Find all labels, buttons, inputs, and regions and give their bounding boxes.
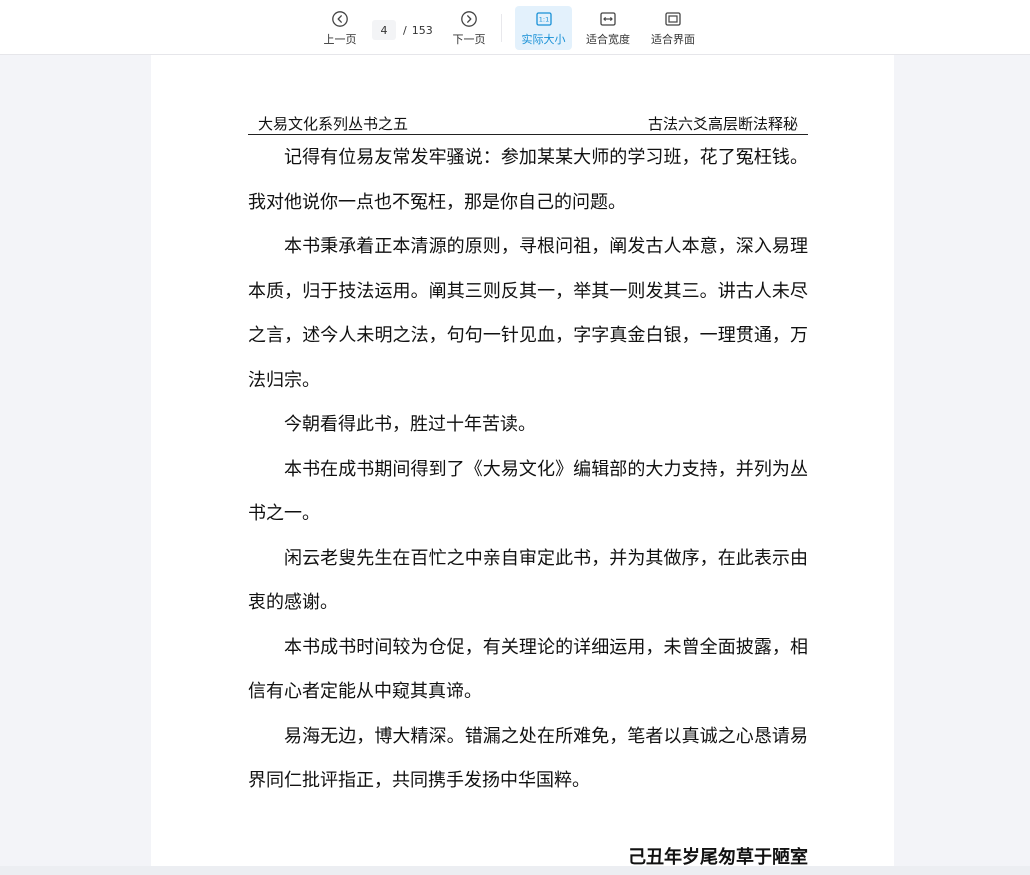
paragraph: 本书在成书期间得到了《大易文化》编辑部的大力支持，并列为丛书之一。 <box>248 458 808 525</box>
fit-width-icon <box>600 12 616 26</box>
fit-page-label: 适合界面 <box>651 33 695 46</box>
page-separator: / <box>403 23 407 37</box>
chevron-left-circle-icon <box>332 11 348 27</box>
running-header: 大易文化系列丛书之五 古法六爻高层断法释秘 <box>248 110 808 135</box>
paragraph: 闲云老叟先生在百忙之中亲自审定此书，并为其做序，在此表示由衷的感谢。 <box>248 547 808 614</box>
actual-size-button[interactable]: 1:1 实际大小 <box>515 6 572 50</box>
toolbar-divider <box>501 14 502 42</box>
viewer-toolbar: 上一页 / 153 下一页 1:1 实际大小 适合宽度 <box>0 0 1030 55</box>
page-body: 记得有位易友常发牢骚说：参加某某大师的学习班，花了冤枉钱。我对他说你一点也不冤枉… <box>248 136 808 804</box>
page-number-input[interactable] <box>372 20 396 40</box>
svg-text:1:1: 1:1 <box>538 16 548 24</box>
prev-page-label: 上一页 <box>323 33 357 46</box>
total-pages: 153 <box>411 23 433 37</box>
fit-width-label: 适合宽度 <box>586 33 630 46</box>
chevron-right-circle-icon <box>461 11 477 27</box>
paragraph: 本书秉承着正本清源的原则，寻根问祖，阐发古人本意，深入易理本质，归于技法运用。阐… <box>248 236 808 391</box>
series-title: 大易文化系列丛书之五 <box>258 115 409 133</box>
fit-page-button[interactable]: 适合界面 <box>647 6 699 50</box>
paragraph: 今朝看得此书，胜过十年苦读。 <box>284 414 536 435</box>
page-indicator: / 153 <box>372 19 437 41</box>
bottom-scroll-area <box>0 866 1030 875</box>
prev-page-button[interactable]: 上一页 <box>318 6 362 50</box>
paragraph: 本书成书时间较为仓促，有关理论的详细运用，未曾全面披露，相信有心者定能从中窥其真… <box>248 636 808 703</box>
paragraph: 易海无边，博大精深。错漏之处在所难免，笔者以真诚之心恳请易界同仁批评指正，共同携… <box>248 725 808 792</box>
one-to-one-icon: 1:1 <box>535 12 552 26</box>
book-title: 古法六爻高层断法释秘 <box>647 115 798 133</box>
document-page: 大易文化系列丛书之五 古法六爻高层断法释秘 记得有位易友常发牢骚说：参加某某大师… <box>151 55 894 875</box>
next-page-button[interactable]: 下一页 <box>447 6 491 50</box>
paragraph: 记得有位易友常发牢骚说：参加某某大师的学习班，花了冤枉钱。我对他说你一点也不冤枉… <box>248 147 808 213</box>
fit-page-icon <box>665 12 681 26</box>
next-page-label: 下一页 <box>452 33 486 46</box>
fit-width-button[interactable]: 适合宽度 <box>582 6 634 50</box>
actual-size-label: 实际大小 <box>521 33 566 46</box>
